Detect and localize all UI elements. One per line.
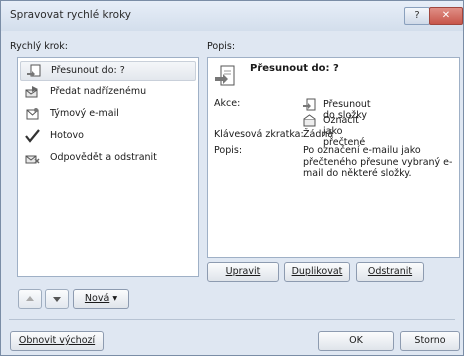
reply-delete-icon (25, 155, 40, 164)
list-item-team-email[interactable]: Týmový e-mail (20, 105, 194, 123)
list-item-label: Přesunout do: ? (51, 65, 125, 76)
team-email-icon (26, 108, 39, 120)
list-item-done[interactable]: Hotovo (20, 127, 194, 145)
cancel-button-label: Storno (414, 335, 446, 346)
move-up-button[interactable] (18, 289, 42, 309)
list-item-label: Hotovo (50, 130, 84, 141)
shortcut-label: Klávesová zkratka: (214, 129, 304, 140)
title-bar: Spravovat rychlé kroky ? ✕ (1, 1, 463, 31)
delete-button[interactable]: Odstranit (356, 262, 424, 282)
description-label: Popis: (214, 145, 243, 156)
separator (9, 319, 455, 320)
manage-quick-steps-dialog: Spravovat rychlé kroky ? ✕ Rychlý krok: … (0, 0, 464, 356)
close-button[interactable]: ✕ (429, 7, 463, 25)
dialog-title: Spravovat rychlé kroky (10, 9, 132, 21)
list-item-forward-manager[interactable]: Předat nadřízenému (20, 83, 194, 101)
list-item-label: Týmový e-mail (50, 108, 119, 119)
quick-step-title: Přesunout do: ? (250, 63, 339, 74)
details-panel: Přesunout do: ? Akce: Přesunout do složk… (207, 57, 460, 258)
actions-label: Akce: (214, 98, 241, 109)
move-down-button[interactable] (45, 289, 69, 309)
reset-defaults-button[interactable]: Obnovit výchozí (10, 331, 104, 351)
delete-button-label: Odstranit (367, 266, 413, 277)
move-to-folder-icon (27, 64, 41, 77)
ok-button[interactable]: OK (318, 331, 394, 351)
description-heading: Popis: (207, 41, 236, 52)
description-value: Po označení e-mailu jako přečteného přes… (303, 145, 453, 179)
move-to-folder-icon (303, 98, 316, 111)
list-item-reply-delete[interactable]: Odpovědět a odstranit (20, 149, 194, 167)
shortcut-value: Žádná (303, 129, 334, 140)
chevron-down-icon: ▾ (112, 293, 118, 304)
forward-icon (25, 86, 38, 98)
new-button[interactable]: Nová ▾ (73, 289, 129, 309)
list-item-label: Odpovědět a odstranit (50, 152, 157, 163)
quick-steps-list[interactable]: Přesunout do: ? Předat nadřízenému Týmov… (17, 57, 199, 277)
checkmark-icon (25, 129, 40, 143)
list-item-move-to[interactable]: Přesunout do: ? (20, 61, 196, 81)
reset-button-label: Obnovit výchozí (18, 335, 96, 346)
cancel-button[interactable]: Storno (400, 331, 460, 351)
ok-button-label: OK (349, 335, 363, 346)
move-to-folder-icon (215, 65, 235, 86)
quick-step-label: Rychlý krok: (10, 41, 68, 52)
arrow-up-icon (26, 296, 34, 301)
edit-button[interactable]: Upravit (207, 262, 279, 282)
new-button-label: Nová (84, 293, 110, 304)
edit-button-label: Upravit (225, 266, 261, 277)
duplicate-button[interactable]: Duplikovat (284, 262, 350, 282)
help-button[interactable]: ? (404, 7, 430, 25)
arrow-down-icon (53, 297, 61, 302)
mark-read-icon (303, 114, 316, 127)
duplicate-button-label: Duplikovat (291, 266, 343, 277)
list-item-label: Předat nadřízenému (50, 86, 147, 97)
